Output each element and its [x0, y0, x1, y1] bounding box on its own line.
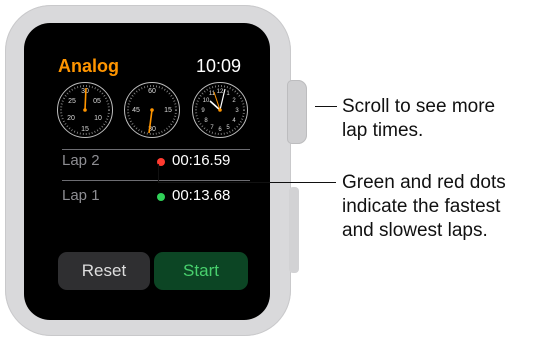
- lap-label: Lap 2: [62, 152, 100, 169]
- lap-row: Lap 1 00:13.68: [60, 185, 250, 209]
- dial-label: 45: [132, 107, 140, 114]
- minutes-dial: 30 05 25 20 10 15: [57, 82, 113, 138]
- clock-time: 10:09: [196, 56, 242, 76]
- dial-label: 25: [68, 98, 76, 105]
- dial-label: 15: [164, 107, 172, 114]
- callout-line: lap times.: [342, 120, 424, 141]
- dial-label: 8: [204, 118, 208, 124]
- start-button[interactable]: Start: [154, 252, 248, 290]
- dial-label: 4: [232, 118, 236, 124]
- dial-label: 6: [218, 127, 222, 133]
- dial-label: 60: [148, 88, 156, 95]
- seconds-dial: 60 45 15 30: [124, 82, 180, 138]
- digital-crown[interactable]: [287, 80, 307, 144]
- lap-time: 00:13.68: [172, 187, 231, 204]
- side-button[interactable]: [289, 187, 299, 273]
- callout-line: and slowest laps.: [342, 220, 488, 241]
- page-title: Analog: [58, 56, 119, 76]
- dial-label: 12: [217, 89, 224, 95]
- callout-line: Green and red dots: [342, 172, 506, 193]
- dial-label: 15: [81, 126, 89, 133]
- dial-label: 5: [226, 125, 230, 131]
- lap-time: 00:16.59: [172, 152, 231, 169]
- dial-label: 10: [203, 98, 210, 104]
- dots-callout: Green and red dots indicate the fastest …: [342, 171, 506, 243]
- dial-label: 05: [93, 98, 101, 105]
- clock-dial: 12 1 2 11 10 3 9 7 6 5 4 8: [192, 82, 248, 138]
- lap-label: Lap 1: [62, 187, 100, 204]
- fastest-lap-dot: [157, 193, 165, 201]
- dial-label: 7: [210, 125, 214, 131]
- scroll-callout: Scroll to see more lap times.: [342, 95, 495, 143]
- reset-button[interactable]: Reset: [58, 252, 150, 290]
- callout-line: Scroll to see more: [342, 96, 496, 117]
- scroll-callout-line: [315, 106, 337, 107]
- dots-callout-tick: [158, 164, 159, 183]
- dial-label: 3: [235, 108, 239, 114]
- lap-row: Lap 2 00:16.59: [60, 150, 250, 174]
- divider: [62, 180, 250, 181]
- dots-callout-line: [158, 182, 336, 183]
- dial-label: 20: [67, 115, 75, 122]
- dial-label: 1: [226, 91, 230, 97]
- dial-label: 10: [94, 115, 102, 122]
- dial-label: 2: [232, 98, 236, 104]
- dial-label: 9: [201, 108, 205, 114]
- callout-line: indicate the fastest: [342, 196, 501, 217]
